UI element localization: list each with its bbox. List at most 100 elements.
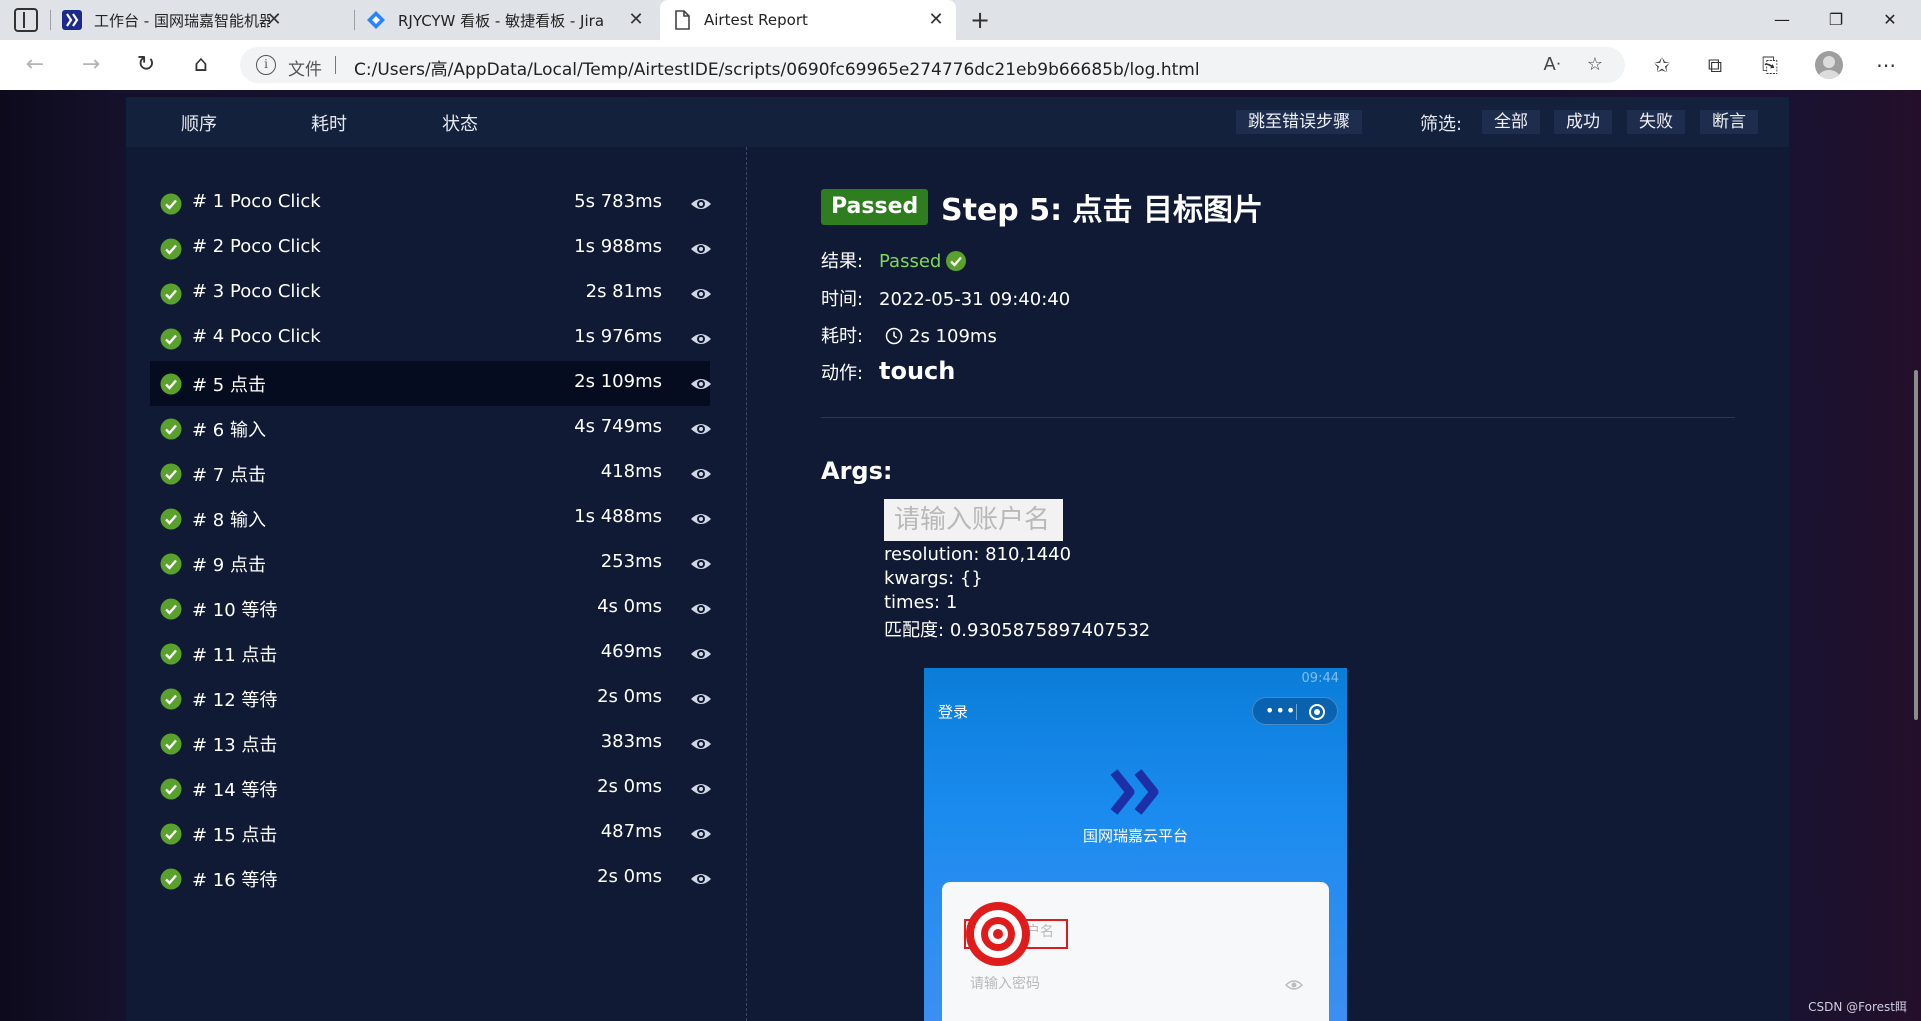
add-favorite-icon[interactable]: ☆ [1583, 53, 1607, 77]
step-duration: 2s 109ms [574, 371, 662, 392]
step-row[interactable]: # 15 点击 487ms [150, 811, 712, 856]
time-value: 2022-05-31 09:40:40 [879, 289, 1071, 310]
step-name: # 12 等待 [192, 690, 278, 711]
step-name: # 13 点击 [192, 735, 278, 756]
step-row[interactable]: # 10 等待 4s 0ms [150, 586, 712, 631]
scrollbar-thumb[interactable] [1914, 370, 1918, 720]
more-dots-icon: ••• [1265, 701, 1297, 720]
check-circle-icon [160, 463, 182, 485]
step-name: # 3 Poco Click [192, 281, 321, 302]
sort-by-status-button[interactable]: 状态 [442, 110, 478, 136]
step-duration: 5s 783ms [574, 191, 662, 212]
step-row[interactable]: # 8 输入 1s 488ms [150, 496, 712, 541]
step-row[interactable]: # 1 Poco Click 5s 783ms [150, 181, 712, 226]
target-image-thumbnail[interactable]: 请输入账户名 [884, 499, 1063, 541]
close-tab-icon[interactable]: ✕ [264, 10, 284, 30]
eye-icon[interactable] [690, 779, 712, 799]
close-tab-icon[interactable]: ✕ [626, 10, 646, 30]
filter-assert-button[interactable]: 断言 [1700, 110, 1758, 134]
match-label: 匹配度: [884, 620, 945, 641]
device-screenshot[interactable]: 09:44 登录 ••• 国网瑞嘉云平台 请输入账户名 请输入密码 [924, 668, 1347, 1021]
refresh-icon[interactable]: ↻ [131, 50, 161, 80]
phone-password-placeholder: 请输入密码 [970, 976, 1040, 992]
eye-icon[interactable] [690, 374, 712, 394]
filter-fail-button[interactable]: 失败 [1627, 110, 1685, 134]
step-row[interactable]: # 7 点击 418ms [150, 451, 712, 496]
collections-icon[interactable]: ⧉ [1700, 50, 1730, 80]
check-circle-icon [160, 373, 182, 395]
step-row[interactable]: # 6 输入 4s 749ms [150, 406, 712, 451]
step-row[interactable]: # 12 等待 2s 0ms [150, 676, 712, 721]
step-row[interactable]: # 13 点击 383ms [150, 721, 712, 766]
home-icon[interactable]: ⌂ [186, 50, 216, 80]
arg-times: times: 1 [884, 592, 958, 613]
step-row[interactable]: # 5 点击 2s 109ms [150, 361, 712, 406]
step-row[interactable]: # 4 Poco Click 1s 976ms [150, 316, 712, 361]
step-duration: 1s 976ms [574, 326, 662, 347]
site-info-icon[interactable]: i [256, 55, 276, 75]
step-duration: 383ms [600, 731, 662, 752]
step-duration: 2s 81ms [585, 281, 662, 302]
step-row[interactable]: # 3 Poco Click 2s 81ms [150, 271, 712, 316]
step-row[interactable]: # 14 等待 2s 0ms [150, 766, 712, 811]
more-menu-icon[interactable]: ⋯ [1871, 50, 1901, 80]
step-duration: 2s 0ms [597, 686, 662, 707]
eye-icon[interactable] [690, 464, 712, 484]
eye-icon[interactable] [690, 239, 712, 259]
step-name: # 15 点击 [192, 825, 278, 846]
filter-success-button[interactable]: 成功 [1554, 110, 1612, 134]
browser-tab-3[interactable]: Airtest Report ✕ [660, 0, 956, 40]
browser-tab-1[interactable]: 工作台 - 国网瑞嘉智能机器人云平台 ✕ [50, 0, 294, 40]
eye-icon[interactable] [690, 599, 712, 619]
forward-icon[interactable]: → [76, 50, 106, 80]
eye-icon[interactable] [690, 419, 712, 439]
close-window-icon[interactable]: ✕ [1861, 0, 1919, 40]
eye-icon[interactable] [690, 824, 712, 844]
touch-target-icon [966, 902, 1030, 966]
eye-icon[interactable] [690, 644, 712, 664]
back-icon[interactable]: ← [20, 50, 50, 80]
eye-icon[interactable] [690, 284, 712, 304]
page-scrollbar[interactable] [1911, 90, 1921, 1021]
profile-avatar[interactable] [1815, 51, 1843, 79]
sort-by-duration-button[interactable]: 耗时 [311, 110, 347, 136]
eye-icon[interactable] [690, 734, 712, 754]
check-circle-icon [160, 418, 182, 440]
eye-icon[interactable] [690, 329, 712, 349]
favorites-icon[interactable]: ✩ [1647, 50, 1677, 80]
filter-all-button[interactable]: 全部 [1482, 110, 1540, 134]
jump-to-error-button[interactable]: 跳至错误步骤 [1236, 110, 1362, 134]
step-list: # 1 Poco Click 5s 783ms # 2 Poco Click 1s 9… [150, 181, 712, 901]
eye-icon[interactable] [690, 194, 712, 214]
eye-icon[interactable] [690, 869, 712, 889]
step-name: # 4 Poco Click [192, 326, 321, 347]
step-row[interactable]: # 11 点击 469ms [150, 631, 712, 676]
result-label: 结果: [821, 251, 864, 272]
address-bar[interactable]: i 文件 C:/Users/高/AppData/Local/Temp/Airte… [240, 47, 1625, 83]
duration-value: 2s 109ms [909, 326, 997, 347]
step-row[interactable]: # 16 等待 2s 0ms [150, 856, 712, 901]
args-title: Args: [821, 457, 893, 485]
minimize-icon[interactable]: — [1753, 0, 1811, 40]
step-duration: 2s 0ms [597, 776, 662, 797]
step-row[interactable]: # 2 Poco Click 1s 988ms [150, 226, 712, 271]
eye-icon[interactable] [690, 689, 712, 709]
step-duration: 469ms [600, 641, 662, 662]
browser-tab-2[interactable]: RJYCYW 看板 - 敏捷看板 - Jira ✕ [354, 0, 656, 40]
check-circle-icon [160, 823, 182, 845]
password-eye-icon [1285, 980, 1303, 990]
workspaces-icon[interactable] [14, 8, 38, 32]
address-url[interactable]: C:/Users/高/AppData/Local/Temp/AirtestIDE… [354, 55, 1200, 80]
restore-icon[interactable]: ❐ [1807, 0, 1865, 40]
read-aloud-icon[interactable]: Aᐧ [1540, 53, 1564, 77]
step-row[interactable]: # 9 点击 253ms [150, 541, 712, 586]
phone-platform-name: 国网瑞嘉云平台 [1082, 827, 1188, 845]
check-circle-icon [160, 688, 182, 710]
close-tab-icon[interactable]: ✕ [926, 10, 946, 30]
eye-icon[interactable] [690, 554, 712, 574]
eye-icon[interactable] [690, 509, 712, 529]
address-scheme-label: 文件 [288, 60, 322, 80]
new-tab-button[interactable]: + [966, 6, 994, 34]
sort-by-order-button[interactable]: 顺序 [181, 110, 217, 136]
browser-essentials-icon[interactable]: ⎘ [1755, 50, 1785, 80]
